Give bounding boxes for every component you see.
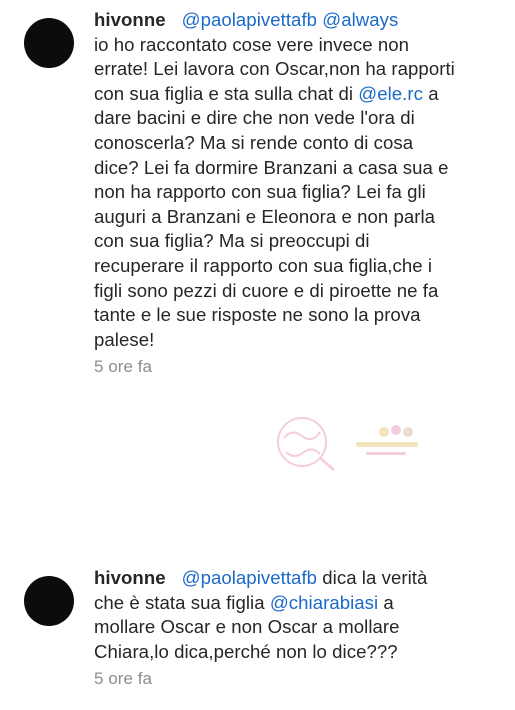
comment-text-line: errate! Lei lavora con Oscar,non ha rapp… — [94, 58, 455, 80]
comment-body: hivonne @paolapivettafb dica la verità ch… — [94, 566, 510, 692]
comment-username[interactable]: hivonne — [94, 9, 166, 30]
comment-timestamp[interactable]: 5 ore fa — [94, 355, 510, 380]
comment-text-line: figli sono pezzi di cuore e di piroette … — [94, 279, 439, 301]
comment-text-line: dice? Lei fa dormire Branzani a casa sua… — [94, 156, 449, 178]
mention-link[interactable]: @ele.rc — [358, 83, 423, 104]
mention-link[interactable]: @always — [322, 9, 398, 30]
comment-header-line: hivonne @paolapivettafb @always — [94, 8, 510, 33]
comment-text-line: che è stata sua figlia @chiarabiasi a — [94, 591, 510, 616]
comment-timestamp[interactable]: 5 ore fa — [94, 667, 510, 692]
mention-link[interactable]: @chiarabiasi — [270, 592, 378, 613]
comment-text-line: auguri a Branzani e Eleonora e non parla — [94, 205, 436, 227]
comment-text-line: mollare Oscar e non Oscar a mollare — [94, 616, 400, 638]
avatar[interactable] — [24, 576, 74, 626]
comment-text-line: Chiara,lo dica,perché non lo dice??? — [94, 640, 398, 662]
comment-text-fragment: che è stata sua figlia — [94, 591, 270, 613]
comment-text-line: non ha rapporto con sua figlia? Lei fa g… — [94, 181, 426, 203]
comment-text-fragment: a — [422, 82, 439, 104]
comment-text-line: tante e le sue risposte ne sono la prova — [94, 304, 421, 326]
comment-text-line: conoscerla? Ma si rende conto di cosa — [94, 131, 414, 153]
comment-header-line: hivonne @paolapivettafb dica la verità — [94, 566, 510, 591]
watermark-logo-icon — [277, 417, 418, 471]
comment-text-line: con sua figlia e sta sulla chat di @ele.… — [94, 82, 510, 107]
avatar[interactable] — [24, 18, 74, 68]
comment-text-fragment: dica la verità — [317, 567, 428, 588]
mention-link[interactable]: @paolapivettafb — [182, 9, 317, 30]
comment-text-line: dare bacini e dire che non vede l'ora di — [94, 107, 415, 129]
comment-text-line: palese! — [94, 328, 155, 350]
comment-text-fragment: con sua figlia e sta sulla chat di — [94, 82, 359, 104]
comment-text-fragment: a — [378, 591, 394, 613]
mention-link[interactable]: @paolapivettafb — [182, 567, 317, 588]
comment-text-line: con sua figlia? Ma si preoccupi di — [94, 230, 370, 252]
comment-text-line: io ho raccontato cose vere invece non — [94, 33, 410, 55]
comment-username[interactable]: hivonne — [94, 567, 166, 588]
comment-text-line: recuperare il rapporto con sua figlia,ch… — [94, 254, 433, 276]
comment-body: hivonne @paolapivettafb @always io ho rac… — [94, 8, 510, 380]
